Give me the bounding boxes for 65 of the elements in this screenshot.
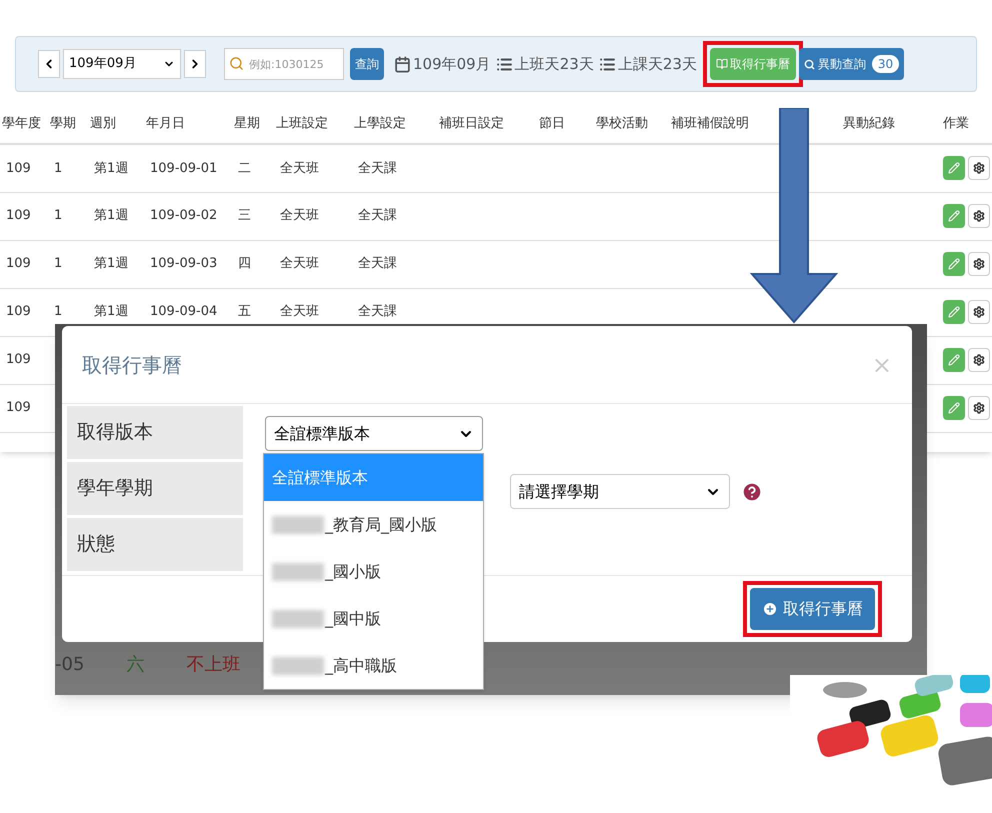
table-cell: 109-09-01	[150, 160, 218, 176]
table-cell: 全天班	[280, 304, 319, 320]
summary-text: 上班天23天	[514, 54, 594, 75]
backdrop-text: -05	[55, 653, 84, 677]
count-badge: 30	[872, 55, 900, 73]
fetch-calendar-button[interactable]: 取得行事曆	[750, 588, 875, 630]
table-cell: 109	[6, 208, 31, 224]
dropdown-option[interactable]: _國小版	[264, 548, 483, 595]
month-select[interactable]: 109年09月	[63, 49, 181, 79]
table-cell: 109	[6, 256, 31, 272]
table-cell: 第1週	[94, 256, 128, 272]
table-cell: 第1週	[94, 304, 128, 320]
column-header: 星期	[234, 116, 260, 131]
field-label: 學年學期	[67, 462, 243, 515]
column-header: 年月日	[146, 116, 185, 131]
table-cell: 全天課	[358, 208, 397, 224]
dropdown-option[interactable]: _高中職版	[264, 642, 483, 689]
table-cell: 五	[238, 304, 251, 320]
table-cell: 1	[54, 160, 62, 176]
table-cell: 109	[6, 160, 31, 176]
column-header: 上學設定	[354, 116, 406, 131]
column-header: 異動紀錄	[843, 116, 895, 131]
table-cell: 1	[54, 208, 62, 224]
table-cell: 全天班	[280, 208, 319, 224]
change-query-button[interactable]: 異動查詢 30	[798, 48, 904, 80]
column-header: 上班設定	[276, 116, 328, 131]
dropdown-option[interactable]: _國中版	[264, 595, 483, 642]
table-cell: 109	[6, 352, 31, 368]
table-cell: 全天課	[358, 256, 397, 272]
table-cell: 全天班	[280, 256, 319, 272]
version-select[interactable]: 全誼標準版本	[265, 416, 483, 451]
field-label: 取得版本	[67, 406, 243, 459]
query-button[interactable]: 查詢	[350, 48, 384, 80]
column-header: 作業	[943, 116, 969, 131]
column-header: 補班日設定	[439, 116, 504, 131]
column-header: 節日	[539, 116, 565, 131]
dropdown-option[interactable]: _教育局_國小版	[264, 501, 483, 548]
column-header: 週別	[90, 116, 116, 131]
field-label: 狀態	[67, 518, 243, 571]
column-header: 學期	[50, 116, 76, 131]
table-cell: 全天課	[358, 304, 397, 320]
table-cell: 三	[238, 208, 251, 224]
table-cell: 109	[6, 400, 31, 416]
modal-title: 取得行事曆	[82, 352, 182, 378]
column-header: 補班補假說明	[671, 116, 749, 131]
column-header: 學年度	[2, 116, 41, 131]
table-cell: 全天班	[280, 160, 319, 176]
summary-text: 109年09月	[413, 54, 491, 75]
table-cell: 四	[238, 256, 251, 272]
table-cell: 第1週	[94, 160, 128, 176]
term-select[interactable]: 請選擇學期	[510, 474, 730, 509]
search-field[interactable]: 例如:1030125	[224, 48, 344, 80]
table-cell: 1	[54, 304, 62, 320]
table-cell: 109-09-03	[150, 256, 218, 272]
column-header: 學校活動	[596, 116, 648, 131]
table-cell: 109	[6, 304, 31, 320]
table-cell: 1	[54, 256, 62, 272]
table-cell: 109-09-04	[150, 304, 218, 320]
table-cell: 第1週	[94, 208, 128, 224]
table-cell: 全天課	[358, 160, 397, 176]
summary-text: 上課天23天	[618, 54, 697, 75]
backdrop-text: 不上班	[186, 653, 240, 677]
backdrop-text: 六	[126, 653, 144, 677]
table-cell: 109-09-02	[150, 208, 218, 224]
table-cell: 二	[238, 160, 251, 176]
